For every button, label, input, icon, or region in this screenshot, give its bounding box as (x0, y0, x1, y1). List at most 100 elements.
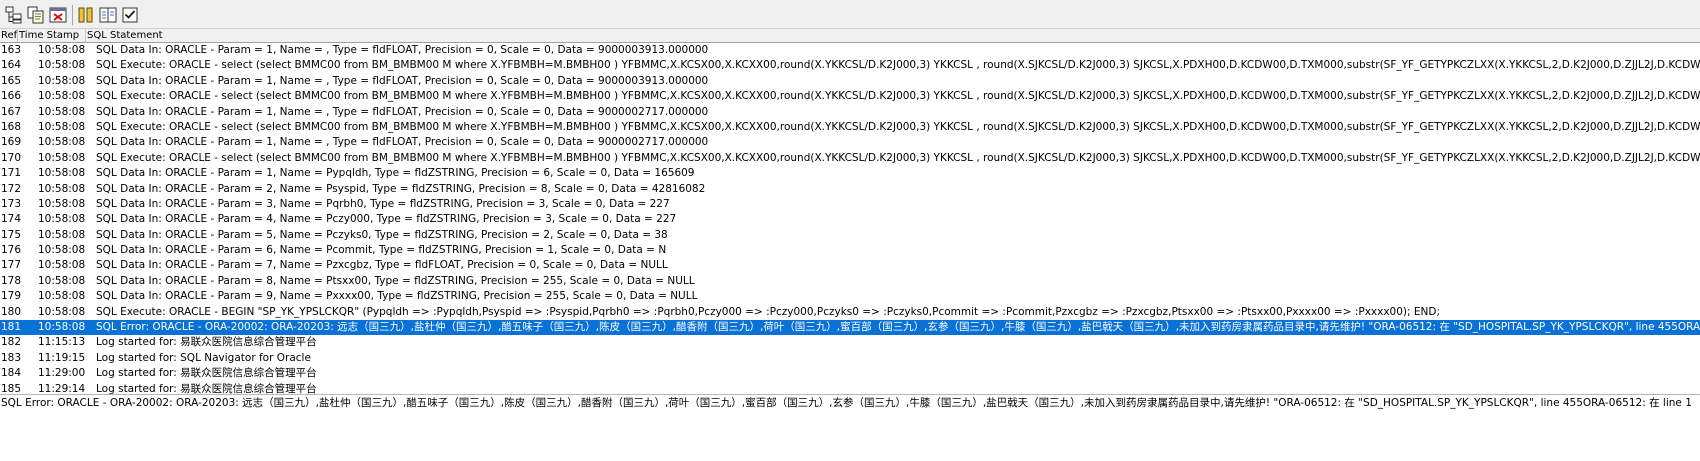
table-row[interactable]: 170 10:58:08 SQL Execute: ORACLE - select … (0, 151, 1700, 166)
row-ref-no: 183 (1, 351, 22, 364)
grid-rows: 163 10:58:08 SQL Data In: ORACLE - Param =… (0, 43, 1700, 395)
row-time-stamp: 10:58:08 (38, 182, 86, 195)
split-columns-icon[interactable] (76, 5, 96, 25)
table-row[interactable]: 165 10:58:08 SQL Data In: ORACLE - Param =… (0, 74, 1700, 89)
row-time-stamp: 10:58:08 (38, 167, 86, 180)
table-row[interactable]: 169 10:58:08 SQL Data In: ORACLE - Param =… (0, 135, 1700, 150)
clear-log-icon[interactable] (48, 5, 68, 25)
row-time-stamp: 10:58:08 (38, 136, 86, 149)
row-ref-no: 174 (1, 213, 22, 226)
row-ref-no: 170 (1, 151, 22, 164)
row-sql-statement: SQL Data In: ORACLE - Param = 1, Name = … (96, 44, 709, 56)
row-sql-statement: Log started for: 易联众医院信息综合管理平台 (96, 367, 317, 380)
row-ref-no: 184 (1, 367, 22, 380)
row-ref-no: 182 (1, 336, 22, 349)
row-time-stamp: 10:58:08 (38, 44, 86, 56)
statement-detail-text: SQL Error: ORACLE - ORA-20002: ORA-20203… (1, 397, 1692, 409)
row-sql-statement: SQL Execute: ORACLE - select (select BMM… (96, 151, 1700, 164)
table-row[interactable]: 178 10:58:08 SQL Data In: ORACLE - Param =… (0, 274, 1700, 289)
row-ref-no: 180 (1, 305, 22, 318)
row-time-stamp: 10:58:08 (38, 90, 86, 103)
row-time-stamp: 10:58:08 (38, 305, 86, 318)
table-row[interactable]: 172 10:58:08 SQL Data In: ORACLE - Param =… (0, 182, 1700, 197)
table-row[interactable]: 166 10:58:08 SQL Execute: ORACLE - select … (0, 89, 1700, 104)
table-row[interactable]: 175 10:58:08 SQL Data In: ORACLE - Param =… (0, 228, 1700, 243)
row-ref-no: 168 (1, 120, 22, 133)
table-row[interactable]: 180 10:58:08 SQL Execute: ORACLE - BEGIN "… (0, 305, 1700, 320)
row-time-stamp: 11:19:15 (38, 351, 86, 364)
row-sql-statement: SQL Data In: ORACLE - Param = 1, Name = … (96, 105, 709, 118)
copy-icon[interactable] (26, 5, 46, 25)
row-ref-no: 173 (1, 197, 22, 210)
row-ref-no: 167 (1, 105, 22, 118)
row-sql-statement: Log started for: SQL Navigator for Oracl… (96, 351, 311, 364)
row-time-stamp: 10:58:08 (38, 228, 86, 241)
row-ref-no: 166 (1, 90, 22, 103)
table-row[interactable]: 171 10:58:08 SQL Data In: ORACLE - Param =… (0, 166, 1700, 181)
row-ref-no: 172 (1, 182, 22, 195)
column-header-sql-statement[interactable]: SQL Statement (86, 29, 1700, 42)
panels-icon[interactable] (98, 5, 118, 25)
table-row[interactable]: 173 10:58:08 SQL Data In: ORACLE - Param =… (0, 197, 1700, 212)
table-row[interactable]: 185 11:29:14 Log started for: 易联众医院信息综合管理平… (0, 382, 1700, 395)
table-row[interactable]: 174 10:58:08 SQL Data In: ORACLE - Param =… (0, 212, 1700, 227)
grid-header: Ref No. Time Stamp SQL Statement (0, 29, 1700, 43)
row-time-stamp: 10:58:08 (38, 244, 86, 257)
statement-detail-pane[interactable]: SQL Error: ORACLE - ORA-20002: ORA-20203… (0, 395, 1700, 461)
row-ref-no: 185 (1, 382, 22, 395)
row-sql-statement: SQL Data In: ORACLE - Param = 1, Name = … (96, 167, 695, 180)
row-time-stamp: 11:29:00 (38, 367, 86, 380)
row-sql-statement: Log started for: 易联众医院信息综合管理平台 (96, 336, 317, 349)
toolbar-separator (72, 5, 73, 25)
checklist-icon[interactable] (120, 5, 140, 25)
row-time-stamp: 10:58:08 (38, 105, 86, 118)
column-header-ref-no[interactable]: Ref No. (0, 29, 18, 42)
row-ref-no: 171 (1, 167, 22, 180)
table-row-selected[interactable]: 181 10:58:08 SQL Error: ORACLE - ORA-20002… (0, 320, 1700, 336)
row-sql-statement: SQL Data In: ORACLE - Param = 8, Name = … (96, 274, 695, 287)
row-sql-statement: SQL Data In: ORACLE - Param = 3, Name = … (96, 197, 670, 210)
row-time-stamp: 11:29:14 (38, 382, 86, 395)
row-ref-no: 176 (1, 244, 22, 257)
table-row[interactable]: 176 10:58:08 SQL Data In: ORACLE - Param =… (0, 243, 1700, 258)
row-sql-statement: SQL Data In: ORACLE - Param = 2, Name = … (96, 182, 706, 195)
row-time-stamp: 10:58:08 (38, 74, 86, 87)
row-sql-statement: Log started for: 易联众医院信息综合管理平台 (96, 382, 317, 395)
table-row[interactable]: 167 10:58:08 SQL Data In: ORACLE - Param =… (0, 105, 1700, 120)
table-row[interactable]: 164 10:58:08 SQL Execute: ORACLE - select … (0, 58, 1700, 73)
row-ref-no: 181 (1, 321, 22, 334)
table-row[interactable]: 179 10:58:08 SQL Data In: ORACLE - Param =… (0, 289, 1700, 304)
row-time-stamp: 11:15:13 (38, 336, 86, 349)
row-ref-no: 169 (1, 136, 22, 149)
row-sql-statement: SQL Execute: ORACLE - select (select BMM… (96, 90, 1700, 103)
table-row[interactable]: 183 11:19:15 Log started for: SQL Navigato… (0, 351, 1700, 366)
row-sql-statement: SQL Data In: ORACLE - Param = 5, Name = … (96, 228, 668, 241)
row-ref-no: 165 (1, 74, 22, 87)
column-header-time-stamp[interactable]: Time Stamp (18, 29, 86, 42)
row-ref-no: 179 (1, 290, 22, 303)
table-row[interactable]: 182 11:15:13 Log started for: 易联众医院信息综合管理平… (0, 335, 1700, 350)
row-time-stamp: 10:58:08 (38, 321, 86, 334)
row-sql-statement: SQL Execute: ORACLE - BEGIN "SP_YK_YPSLC… (96, 305, 1440, 318)
table-row[interactable]: 184 11:29:00 Log started for: 易联众医院信息综合管理平… (0, 366, 1700, 381)
row-ref-no: 177 (1, 259, 22, 272)
row-sql-statement: SQL Data In: ORACLE - Param = 4, Name = … (96, 213, 677, 226)
row-sql-statement: SQL Data In: ORACLE - Param = 7, Name = … (96, 259, 668, 272)
sql-log-grid[interactable]: Ref No. Time Stamp SQL Statement 163 10:5… (0, 29, 1700, 395)
table-row[interactable]: 177 10:58:08 SQL Data In: ORACLE - Param =… (0, 258, 1700, 273)
row-ref-no: 175 (1, 228, 22, 241)
row-sql-statement: SQL Execute: ORACLE - select (select BMM… (96, 120, 1700, 133)
row-time-stamp: 10:58:08 (38, 120, 86, 133)
row-time-stamp: 10:58:08 (38, 151, 86, 164)
toolbar (0, 0, 1700, 29)
tree-view-icon[interactable] (4, 5, 24, 25)
row-ref-no: 163 (1, 44, 22, 56)
table-row[interactable]: 168 10:58:08 SQL Execute: ORACLE - select … (0, 120, 1700, 135)
table-row[interactable]: 163 10:58:08 SQL Data In: ORACLE - Param =… (0, 43, 1700, 58)
row-ref-no: 164 (1, 59, 22, 72)
row-time-stamp: 10:58:08 (38, 274, 86, 287)
row-time-stamp: 10:58:08 (38, 213, 86, 226)
row-sql-statement: SQL Data In: ORACLE - Param = 9, Name = … (96, 290, 698, 303)
row-sql-statement: SQL Error: ORACLE - ORA-20002: ORA-20203… (96, 321, 1700, 334)
row-sql-statement: SQL Data In: ORACLE - Param = 6, Name = … (96, 244, 667, 257)
